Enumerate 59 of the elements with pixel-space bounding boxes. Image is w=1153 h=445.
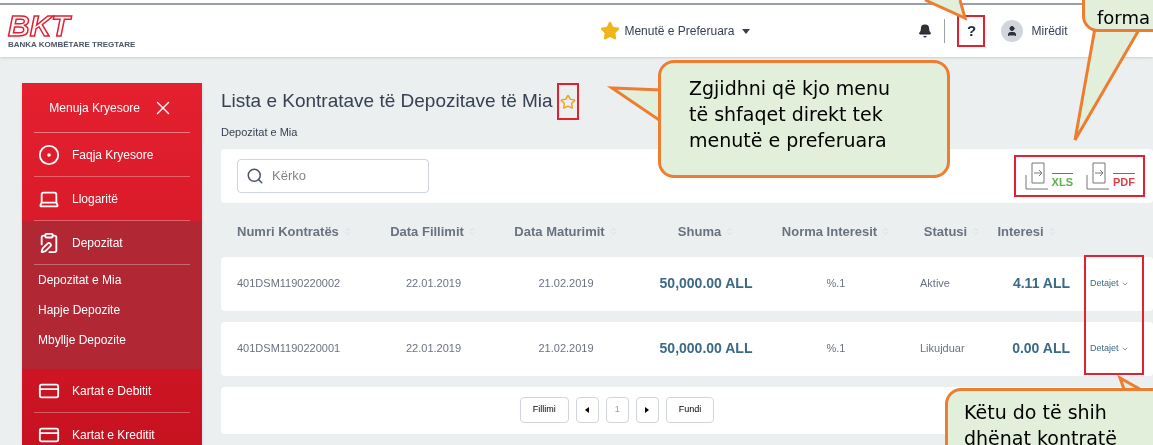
- greeting: Mirëdit: [1031, 23, 1068, 40]
- breadcrumb: Depozitat e Mia: [221, 125, 298, 140]
- table-cell-text: 401DSM1190220001: [236, 341, 342, 357]
- left-triangle-icon: [585, 407, 590, 413]
- table-cell-text: Aktive: [919, 276, 951, 292]
- favorites-menu[interactable]: Menutë e Preferuara: [600, 21, 751, 41]
- next-page-button[interactable]: [635, 397, 659, 423]
- column-header[interactable]: Interesi: [984, 221, 1074, 242]
- sidebar-item[interactable]: Kartat e Kreditit: [34, 413, 190, 445]
- document-arrow-icon: [1023, 160, 1050, 191]
- bell-icon[interactable]: [918, 24, 933, 38]
- callout-bubble: Zgjidhni që kjo menu të shfaqet direkt tek menutë e preferuara: [658, 60, 950, 178]
- column-header[interactable]: Shuma: [636, 221, 776, 242]
- callout-tail: [923, 0, 968, 21]
- right-triangle-icon: [645, 407, 650, 413]
- submenu-item[interactable]: Depozitat e Mia: [22, 265, 202, 295]
- menu-icon: [38, 231, 60, 254]
- sidebar-item[interactable]: Faqja Kryesore: [34, 133, 190, 177]
- table-cell-text: %.1: [825, 341, 847, 357]
- first-page-button[interactable]: Fillimi: [519, 397, 569, 423]
- last-page-button[interactable]: Fundi: [665, 397, 715, 423]
- callout-bubble: forma: [1082, 0, 1153, 32]
- avatar[interactable]: [1001, 20, 1024, 42]
- search-input[interactable]: Kërko: [272, 165, 412, 186]
- table-cell-text: 50,000.00 ALL: [658, 339, 754, 358]
- table-cell-text: Likujduar: [919, 341, 966, 357]
- table-cell-text: %.1: [825, 276, 847, 292]
- previous-page-button[interactable]: [575, 397, 599, 423]
- logo-subtitle: BANKA KOMBËTARE TREGTARE: [8, 40, 136, 50]
- sidebar-title: Menuja Kryesore: [49, 99, 140, 117]
- table-cell-text: 0.00 ALL: [1011, 339, 1071, 358]
- table-cell-text: 401DSM1190220002: [236, 276, 342, 292]
- search-icon: [246, 166, 264, 185]
- star-icon: [600, 21, 621, 41]
- column-header[interactable]: Statusi: [896, 221, 984, 242]
- table-cell-text: 22.01.2019: [404, 341, 463, 357]
- table-cell-text: 22.01.2019: [404, 276, 463, 292]
- user-icon: [1006, 25, 1019, 37]
- menu-icon: [38, 143, 60, 166]
- sidebar-item[interactable]: Kartat e Debitit: [34, 369, 190, 413]
- star-icon[interactable]: [559, 93, 576, 110]
- table-cell-text: 4.11 ALL: [1011, 274, 1071, 293]
- details-link[interactable]: Detajet: [1090, 341, 1129, 356]
- column-header[interactable]: Numri Kontratës: [221, 221, 371, 242]
- submenu-item[interactable]: Mbyllje Depozite: [22, 325, 202, 355]
- submenu-item[interactable]: Hapje Depozite: [22, 295, 202, 325]
- column-header[interactable]: Data Maturimit: [496, 221, 636, 242]
- table-cell-text: 21.02.2019: [537, 276, 595, 292]
- caret-icon: [742, 28, 751, 34]
- details-link[interactable]: Detajet: [1090, 276, 1129, 291]
- document-arrow-icon: [1085, 160, 1111, 191]
- column-header[interactable]: Norma Interesit: [776, 221, 896, 242]
- column-header[interactable]: Data Fillimit: [371, 221, 496, 242]
- table-cell-text: 21.02.2019: [537, 341, 595, 357]
- search-field[interactable]: Kërko: [237, 158, 429, 193]
- export-button[interactable]: PDF: [1085, 160, 1135, 191]
- sidebar-item[interactable]: Depozitat: [34, 221, 190, 265]
- table-cell-text: 50,000.00 ALL: [658, 274, 754, 293]
- page-title: Lista e Kontratave të Depozitave të Mia: [221, 89, 553, 114]
